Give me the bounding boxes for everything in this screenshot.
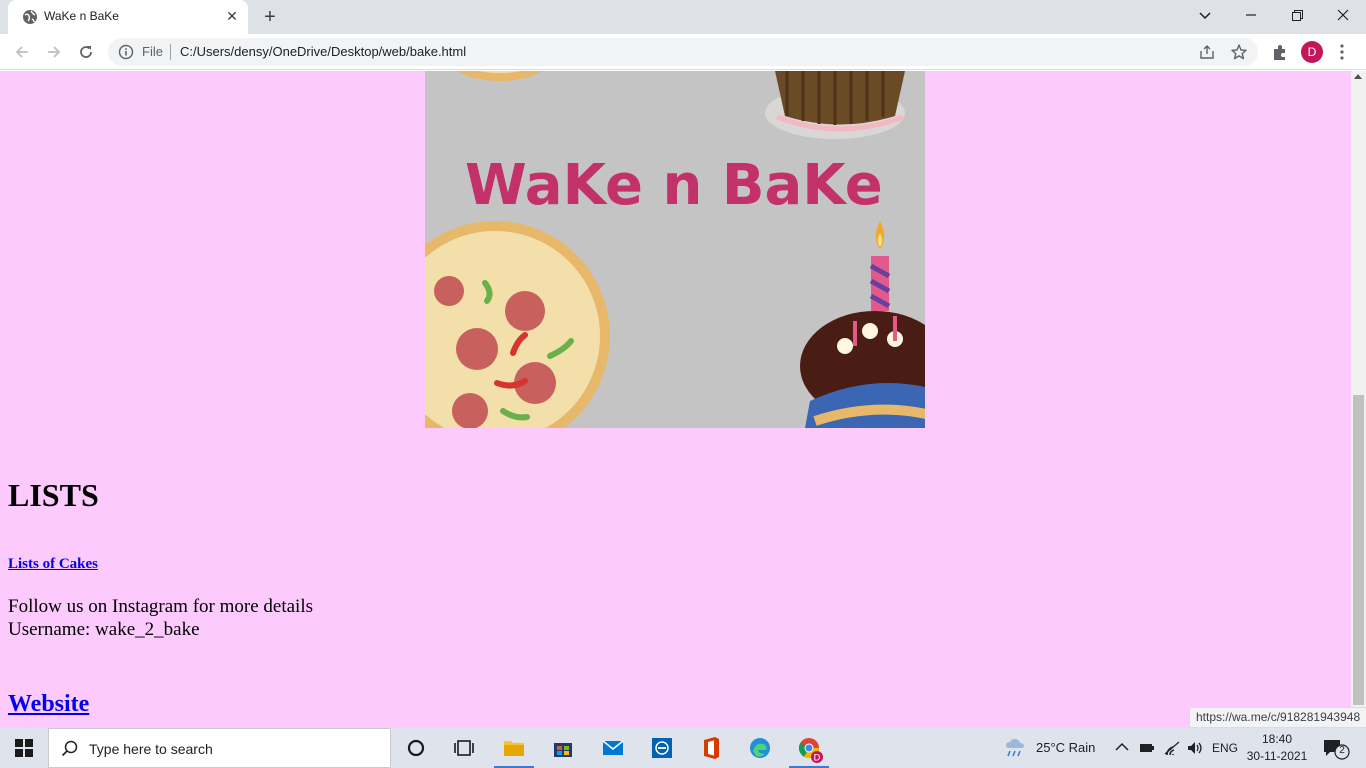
back-button[interactable] <box>10 40 34 64</box>
clock-time: 18:40 <box>1261 732 1293 746</box>
address-bar[interactable]: File C:/Users/densy/OneDrive/Desktop/web… <box>108 38 1258 66</box>
search-icon <box>61 740 78 757</box>
chrome-app[interactable]: D <box>785 728 833 768</box>
windows-logo-icon <box>15 739 33 757</box>
chevron-down-icon <box>1199 12 1211 20</box>
globe-icon <box>23 10 37 24</box>
restore-icon <box>1291 10 1303 21</box>
svg-text:D: D <box>814 754 821 764</box>
reload-icon <box>80 46 92 58</box>
task-view-button[interactable] <box>440 728 488 768</box>
chevron-up-icon[interactable] <box>1114 739 1130 757</box>
weather-text[interactable]: 25°C Rain <box>1036 740 1095 755</box>
folder-icon <box>504 741 524 756</box>
url-text[interactable]: C:/Users/densy/OneDrive/Desktop/web/bake… <box>180 44 466 59</box>
cortana-button[interactable] <box>392 728 440 768</box>
clock-date: 30-11-2021 <box>1246 749 1308 763</box>
office-app[interactable] <box>687 728 735 768</box>
page-viewport: WaKe n BaKe LISTS Lists of Cakes Follow … <box>0 71 1351 728</box>
instagram-info: Follow us on Instagram for more details … <box>8 595 313 641</box>
notification-count: 2 <box>1339 745 1345 756</box>
tab-search-button[interactable] <box>1182 0 1228 32</box>
cortana-icon <box>407 739 425 757</box>
address-separator <box>170 44 171 60</box>
minimize-button[interactable] <box>1228 0 1274 32</box>
wifi-icon[interactable] <box>1163 739 1181 757</box>
follow-text: Follow us on Instagram for more details <box>8 596 314 617</box>
mail-app[interactable] <box>589 728 637 768</box>
lists-of-cakes-link[interactable]: Lists of Cakes <box>8 556 98 573</box>
banner-image: WaKe n BaKe <box>425 71 925 428</box>
menu-icon[interactable] <box>1334 41 1350 63</box>
remote-desktop-icon <box>652 738 672 758</box>
edge-app[interactable] <box>736 728 784 768</box>
scroll-up-arrow-icon[interactable] <box>1354 74 1362 79</box>
tab-title: WaKe n BaKe <box>44 9 119 23</box>
office-icon <box>704 737 719 759</box>
close-window-button[interactable] <box>1320 0 1366 32</box>
task-view-icon <box>454 740 474 756</box>
battery-icon[interactable] <box>1139 739 1155 757</box>
store-icon <box>554 743 572 757</box>
minimize-icon <box>1246 14 1256 16</box>
notification-center-button[interactable]: 2 <box>1318 736 1350 760</box>
edge-icon <box>750 738 770 758</box>
profile-avatar[interactable]: D <box>1301 41 1323 63</box>
arrow-right-icon <box>48 46 61 58</box>
bakery-illustration: WaKe n BaKe <box>425 71 925 428</box>
close-icon <box>1337 9 1349 21</box>
restore-button[interactable] <box>1274 0 1320 32</box>
file-label: File <box>142 44 163 59</box>
browser-toolbar: File C:/Users/densy/OneDrive/Desktop/web… <box>0 34 1366 70</box>
website-link[interactable]: Website <box>8 691 89 718</box>
arrow-left-icon <box>15 46 28 58</box>
file-explorer-app[interactable] <box>490 728 538 768</box>
start-button[interactable] <box>0 728 48 768</box>
vertical-scrollbar[interactable] <box>1351 71 1366 728</box>
info-icon[interactable] <box>118 44 134 60</box>
new-tab-button[interactable]: + <box>258 5 282 29</box>
username-text: Username: wake_2_bake <box>8 619 200 640</box>
forward-button[interactable] <box>42 40 66 64</box>
mail-icon <box>602 740 624 755</box>
taskbar-search[interactable]: Type here to search <box>48 728 391 768</box>
tab-strip: WaKe n BaKe ✕ + <box>0 0 1366 34</box>
scroll-thumb[interactable] <box>1353 395 1364 705</box>
language-indicator[interactable]: ENG <box>1212 741 1238 755</box>
remote-app[interactable] <box>638 728 686 768</box>
weather-rain-icon[interactable] <box>1004 738 1026 758</box>
windows-taskbar: Type here to search D 25°C Rain ENG 18:4… <box>0 728 1366 768</box>
star-icon[interactable] <box>1230 43 1248 61</box>
banner-title: WaKe n BaKe <box>465 153 883 218</box>
chrome-icon: D <box>798 738 823 764</box>
clock[interactable]: 18:40 30-11-2021 <box>1244 731 1310 765</box>
store-app[interactable] <box>539 728 587 768</box>
share-icon[interactable] <box>1198 43 1216 61</box>
extensions-icon[interactable] <box>1270 42 1290 62</box>
browser-tab[interactable]: WaKe n BaKe ✕ <box>8 0 248 34</box>
volume-icon[interactable] <box>1186 739 1204 757</box>
reload-button[interactable] <box>74 40 98 64</box>
search-placeholder: Type here to search <box>89 741 213 757</box>
page-heading: LISTS <box>8 477 99 513</box>
close-tab-icon[interactable]: ✕ <box>224 8 240 24</box>
status-bubble: https://wa.me/c/918281943948 <box>1189 707 1366 728</box>
